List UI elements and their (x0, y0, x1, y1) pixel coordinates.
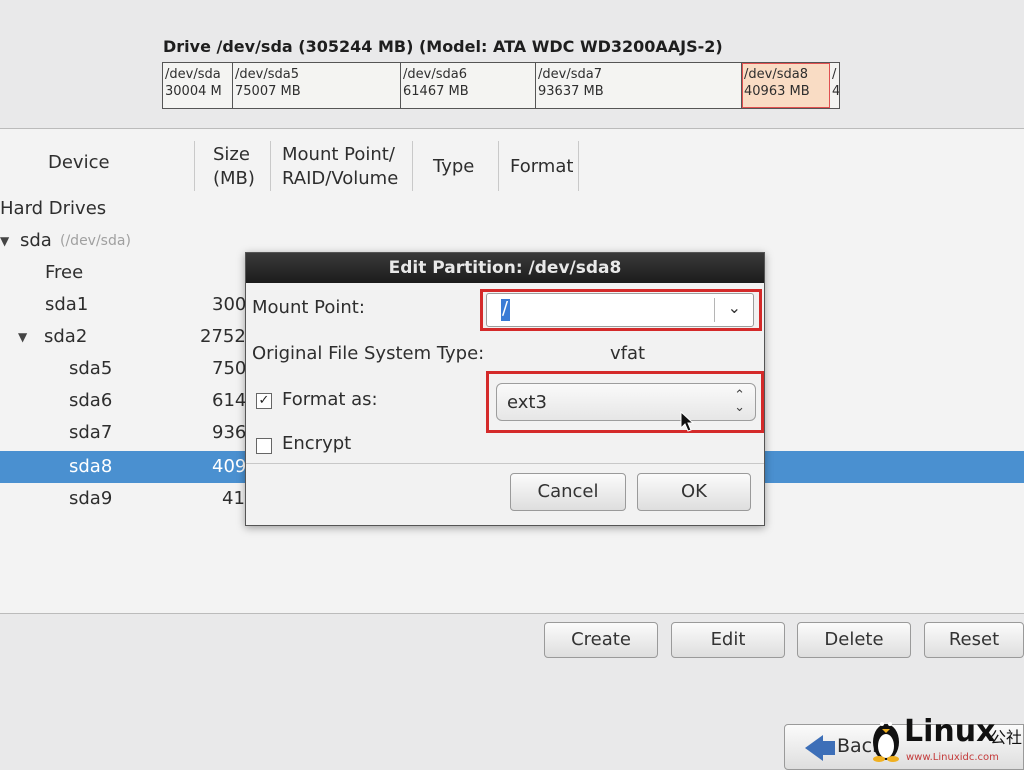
delete-button[interactable]: Delete (797, 622, 911, 658)
drive-title: Drive /dev/sda (305244 MB) (Model: ATA W… (163, 37, 723, 56)
watermark-brand-cn: 公社 (990, 728, 1023, 747)
drive-segment-selected[interactable]: /dev/sda8 40963 MB (742, 63, 830, 108)
annotation-box (480, 289, 762, 331)
format-as-label: Format as: (282, 389, 378, 410)
original-fs-label: Original File System Type: (252, 343, 485, 364)
drive-segment[interactable]: /dev/sda7 93637 MB (536, 63, 742, 108)
annotation-box (486, 371, 764, 433)
drive-partition-map: /dev/sda 30004 M /dev/sda5 75007 MB /dev… (162, 62, 840, 109)
mount-point-label: Mount Point: (252, 297, 365, 318)
drive-segment[interactable]: /dev/sda5 75007 MB (233, 63, 401, 108)
edit-button[interactable]: Edit (671, 622, 785, 658)
ok-button[interactable]: OK (637, 473, 751, 511)
edit-partition-dialog: Edit Partition: /dev/sda8 Mount Point: /… (245, 252, 765, 526)
drive-segment[interactable]: /dev/sda 30004 M (163, 63, 233, 108)
reset-button[interactable]: Reset (924, 622, 1024, 658)
tree-row-hard-drives[interactable]: Hard Drives (0, 193, 1024, 225)
encrypt-label: Encrypt (282, 433, 352, 454)
mouse-pointer-icon (680, 411, 695, 432)
watermark-brand: Linux (904, 714, 996, 749)
create-button[interactable]: Create (544, 622, 658, 658)
expander-down-icon[interactable]: ▼ (18, 321, 27, 353)
original-fs-value: vfat (610, 343, 646, 364)
drive-segment[interactable]: /dev/sda6 61467 MB (401, 63, 536, 108)
group-label: Hard Drives (0, 198, 107, 219)
watermark-url: www.Linuxidc.com (906, 752, 999, 763)
cancel-button[interactable]: Cancel (510, 473, 626, 511)
disk-path: (/dev/sda) (60, 233, 131, 249)
dialog-title: Edit Partition: /dev/sda8 (246, 253, 764, 283)
encrypt-checkbox[interactable] (256, 438, 272, 454)
watermark-logo: Linux 公社 www.Linuxidc.com (870, 708, 1024, 768)
expander-down-icon[interactable]: ▼ (0, 225, 9, 257)
tux-penguin-icon (873, 722, 899, 762)
format-checkbox[interactable]: ✓ (256, 393, 272, 409)
disk-name: sda (20, 230, 52, 251)
drive-segment[interactable]: / 4 (830, 63, 839, 108)
